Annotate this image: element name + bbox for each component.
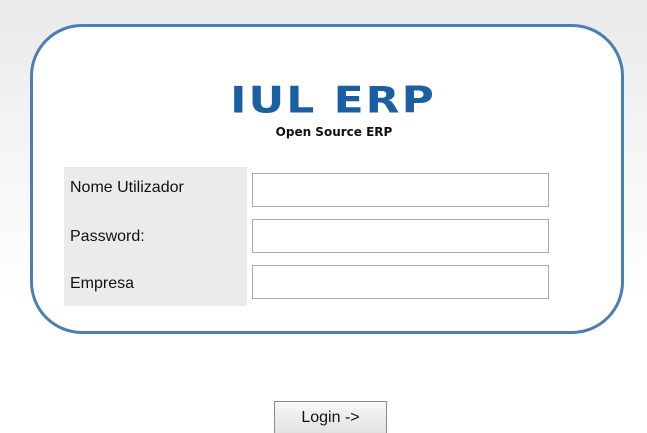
username-label: Nome Utilizador	[70, 179, 184, 196]
logo-subtitle: Open Source ERP	[275, 125, 393, 139]
password-label: Password:	[70, 228, 145, 245]
login-panel: IUL ERP Open Source ERP Nome Utilizador …	[30, 24, 624, 334]
logo-title: IUL ERP	[230, 79, 436, 122]
login-button[interactable]: Login ->	[274, 401, 387, 433]
company-label: Empresa	[70, 275, 135, 292]
username-input[interactable]	[252, 173, 549, 207]
password-input[interactable]	[252, 219, 549, 253]
company-input[interactable]	[252, 265, 549, 299]
logo: IUL ERP Open Source ERP	[33, 79, 621, 139]
